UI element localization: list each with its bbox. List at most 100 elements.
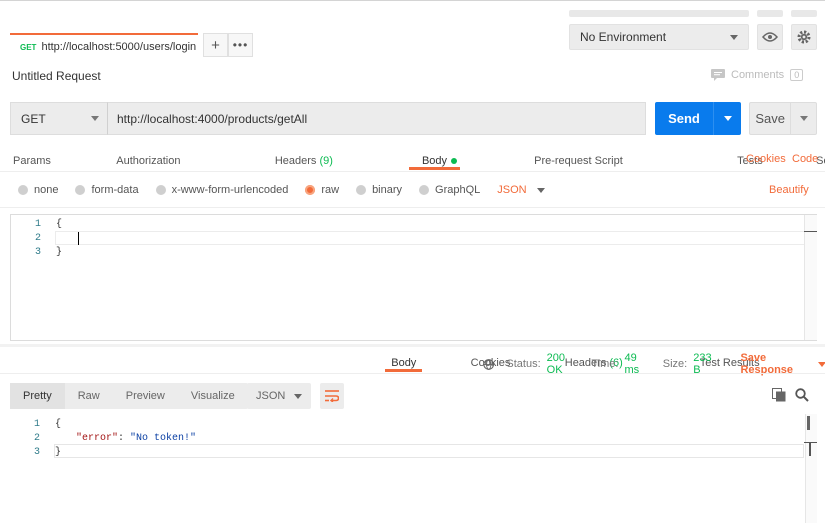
- environment-selected: No Environment: [580, 30, 667, 44]
- text-cursor: [78, 232, 79, 245]
- ellipsis-icon: •••: [232, 38, 249, 52]
- beautify-button[interactable]: Beautify: [769, 184, 809, 196]
- body-type-group: none form-data x-www-form-urlencoded raw…: [18, 182, 545, 198]
- response-format-value: JSON: [256, 390, 286, 402]
- chevron-down-icon: [818, 361, 825, 367]
- comments-button[interactable]: Comments 0: [711, 69, 804, 81]
- body-type-raw-label: raw: [321, 184, 340, 196]
- new-tab-button[interactable]: +: [203, 33, 228, 57]
- code-line: {: [55, 419, 62, 430]
- body-type-graphql[interactable]: GraphQL: [419, 184, 480, 196]
- body-type-binary-label: binary: [372, 184, 403, 196]
- toolbar-placeholder: [757, 10, 783, 17]
- view-preview[interactable]: Preview: [113, 383, 178, 409]
- view-visualize[interactable]: Visualize: [178, 383, 248, 409]
- body-type-binary[interactable]: binary: [356, 184, 402, 196]
- radio-icon: [18, 185, 28, 195]
- response-body-viewer[interactable]: 1 2 3 { "error": "No token!" }: [10, 414, 817, 523]
- time-label: Time:: [591, 358, 619, 370]
- line-number: 1: [33, 419, 40, 430]
- body-type-graphql-label: GraphQL: [435, 184, 481, 196]
- body-modified-dot-icon: [451, 158, 458, 165]
- tab-headers[interactable]: Headers (9): [275, 155, 336, 167]
- wrap-lines-icon: [325, 390, 339, 402]
- wrap-lines-button[interactable]: [320, 383, 344, 409]
- more-tabs-button[interactable]: •••: [228, 33, 253, 57]
- scroll-thumb[interactable]: [807, 416, 810, 430]
- body-type-raw[interactable]: raw: [305, 184, 339, 196]
- line-number: 2: [34, 233, 41, 244]
- request-title[interactable]: Untitled Request: [12, 69, 101, 83]
- tab-body-label: Body: [421, 155, 448, 167]
- method-select[interactable]: GET: [10, 102, 108, 135]
- environment-select[interactable]: No Environment: [569, 24, 749, 50]
- chevron-down-icon: [730, 34, 738, 40]
- editor-scrollbar[interactable]: [804, 215, 817, 340]
- tab-body[interactable]: Body: [408, 155, 461, 170]
- tab-method: GET: [20, 42, 37, 52]
- view-raw[interactable]: Raw: [65, 383, 113, 409]
- body-type-form-data[interactable]: form-data: [75, 184, 139, 196]
- send-options-button[interactable]: [713, 102, 741, 135]
- json-colon: :: [118, 433, 131, 444]
- body-type-none-label: none: [34, 184, 59, 196]
- radio-icon: [419, 185, 430, 195]
- scroll-marker: [804, 231, 817, 232]
- comments-label: Comments: [731, 69, 785, 81]
- radio-icon: [155, 185, 166, 195]
- line-number: 3: [33, 447, 40, 458]
- url-input[interactable]: http://localhost:4000/products/getAll: [108, 102, 646, 135]
- chevron-down-icon: [536, 187, 545, 193]
- body-type-none[interactable]: none: [18, 184, 58, 196]
- divider: [0, 373, 825, 374]
- code-link[interactable]: Code: [792, 152, 818, 166]
- view-pretty[interactable]: Pretty: [10, 383, 65, 409]
- body-type-form-data-label: form-data: [91, 184, 139, 196]
- status-label: Status:: [506, 358, 541, 370]
- viewer-scrollbar[interactable]: [805, 414, 817, 523]
- tab-headers-label: Headers: [274, 155, 317, 167]
- environment-quick-look-button[interactable]: [757, 24, 783, 50]
- copy-response-button[interactable]: [772, 388, 786, 405]
- manage-environments-button[interactable]: [791, 24, 817, 50]
- pane-splitter[interactable]: [0, 344, 825, 347]
- request-body-editor[interactable]: 1 2 3 { }: [10, 214, 817, 341]
- toolbar-placeholder: [791, 10, 817, 17]
- divider: [0, 171, 825, 172]
- send-button[interactable]: Send: [655, 102, 741, 135]
- method-value: GET: [21, 111, 46, 126]
- tab-prerequest-script[interactable]: Pre-request Script: [534, 155, 623, 167]
- divider: [0, 207, 825, 208]
- body-type-urlencoded[interactable]: x-www-form-urlencoded: [155, 184, 288, 196]
- cookies-link[interactable]: Cookies: [746, 152, 786, 166]
- toolbar-placeholder: [569, 10, 749, 17]
- search-response-button[interactable]: [795, 388, 809, 405]
- active-line-highlight: [55, 231, 805, 245]
- comment-icon: [711, 69, 725, 81]
- gear-icon: [797, 30, 811, 44]
- tab-params[interactable]: Params: [13, 155, 51, 167]
- body-format-value: JSON: [497, 184, 527, 196]
- save-options-button[interactable]: [790, 103, 816, 134]
- chevron-down-icon: [294, 393, 302, 399]
- request-tab-active[interactable]: GET http://localhost:5000/users/login: [10, 33, 198, 59]
- line-number: 3: [34, 247, 41, 258]
- search-icon: [795, 388, 809, 402]
- tab-url: http://localhost:5000/users/login: [41, 41, 197, 53]
- body-format-select[interactable]: JSON: [497, 184, 545, 196]
- code-line: {: [56, 219, 63, 230]
- code-line: "error": "No token!": [76, 433, 196, 444]
- comments-count: 0: [790, 69, 804, 81]
- chevron-down-icon: [723, 116, 732, 121]
- code-line: }: [56, 247, 63, 258]
- response-tab-body[interactable]: Body: [385, 357, 423, 372]
- response-format-select[interactable]: JSON: [247, 383, 311, 409]
- save-button[interactable]: Save: [749, 102, 817, 135]
- chevron-down-icon: [799, 116, 808, 121]
- radio-selected-icon: [305, 185, 316, 195]
- line-number: 1: [34, 219, 41, 230]
- tab-authorization[interactable]: Authorization: [116, 155, 180, 167]
- radio-icon: [356, 185, 367, 195]
- globe-icon[interactable]: [483, 358, 495, 371]
- eye-icon: [762, 32, 778, 42]
